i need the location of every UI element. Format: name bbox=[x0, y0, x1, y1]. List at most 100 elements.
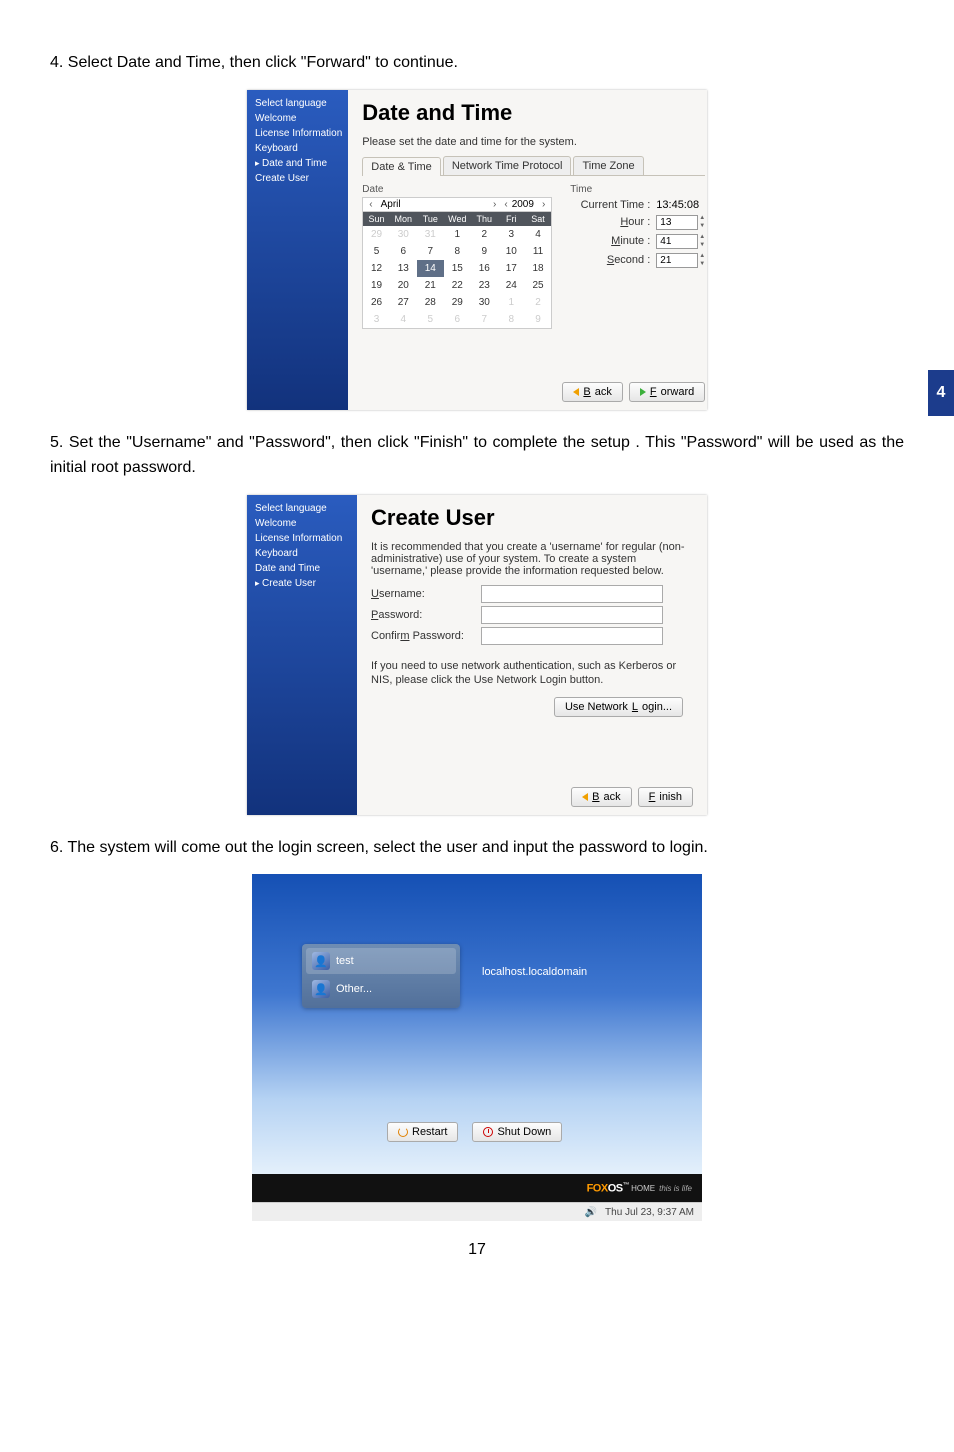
instruction-4: 4. Select Date and Time, then click "For… bbox=[50, 50, 904, 76]
cal-cell[interactable]: 6 bbox=[444, 311, 471, 329]
year-label: 2009 bbox=[512, 199, 538, 210]
cal-cell[interactable]: 3 bbox=[498, 226, 525, 243]
hour-spinner[interactable]: ▲▼ bbox=[699, 215, 705, 229]
cal-cell[interactable]: 30 bbox=[471, 294, 498, 311]
cal-cell[interactable]: 19 bbox=[363, 277, 390, 294]
cal-cell[interactable]: 12 bbox=[363, 260, 390, 277]
cal-cell[interactable]: 15 bbox=[444, 260, 471, 277]
step-date-time: Date and Time bbox=[253, 561, 351, 576]
cal-cell[interactable]: 8 bbox=[498, 311, 525, 329]
forward-button[interactable]: Forward bbox=[629, 382, 705, 402]
tab-ntp[interactable]: Network Time Protocol bbox=[443, 156, 572, 175]
arrow-left-icon bbox=[582, 793, 588, 801]
arrow-left-icon bbox=[573, 388, 579, 396]
wizard-sidebar: Select language Welcome License Informat… bbox=[247, 495, 357, 815]
dow-mon: Mon bbox=[390, 212, 417, 226]
minute-spinner[interactable]: ▲▼ bbox=[699, 234, 705, 248]
user-item-other[interactable]: Other... bbox=[306, 976, 456, 1002]
month-label: April bbox=[377, 199, 489, 210]
cal-cell[interactable]: 2 bbox=[525, 294, 552, 311]
cal-cell[interactable]: 29 bbox=[444, 294, 471, 311]
second-input[interactable]: 21 bbox=[656, 253, 698, 268]
date-time-panel: Date and Time Please set the date and ti… bbox=[348, 90, 719, 410]
use-network-login-button[interactable]: Use Network Login... bbox=[554, 697, 683, 717]
cal-cell[interactable]: 10 bbox=[498, 243, 525, 260]
year-next-button[interactable]: › bbox=[538, 199, 549, 210]
back-button[interactable]: Back bbox=[562, 382, 622, 402]
cal-cell[interactable]: 2 bbox=[471, 226, 498, 243]
cal-cell[interactable]: 26 bbox=[363, 294, 390, 311]
cal-cell[interactable]: 25 bbox=[525, 277, 552, 294]
user-item-test[interactable]: test bbox=[306, 948, 456, 974]
cal-cell[interactable]: 27 bbox=[390, 294, 417, 311]
screenshot-create-user: Select language Welcome License Informat… bbox=[247, 495, 707, 815]
cal-cell[interactable]: 9 bbox=[525, 311, 552, 329]
cal-cell[interactable]: 20 bbox=[390, 277, 417, 294]
cal-cell[interactable]: 6 bbox=[390, 243, 417, 260]
current-time-label: Current Time : bbox=[570, 199, 656, 211]
cal-cell[interactable]: 11 bbox=[525, 243, 552, 260]
month-prev-button[interactable]: ‹ bbox=[365, 199, 376, 210]
cal-cell[interactable]: 31 bbox=[417, 226, 444, 243]
confirm-password-input[interactable] bbox=[481, 627, 663, 645]
cal-cell[interactable]: 5 bbox=[417, 311, 444, 329]
cal-cell[interactable]: 5 bbox=[363, 243, 390, 260]
cal-cell[interactable]: 7 bbox=[417, 243, 444, 260]
tab-date-time[interactable]: Date & Time bbox=[362, 157, 441, 176]
dow-sat: Sat bbox=[525, 212, 552, 226]
cal-cell[interactable]: 30 bbox=[390, 226, 417, 243]
cal-cell[interactable]: 4 bbox=[390, 311, 417, 329]
user-label: test bbox=[336, 955, 354, 967]
cal-cell[interactable]: 24 bbox=[498, 277, 525, 294]
cal-cell[interactable]: 16 bbox=[471, 260, 498, 277]
cal-cell[interactable]: 4 bbox=[525, 226, 552, 243]
cal-cell[interactable]: 17 bbox=[498, 260, 525, 277]
finish-button[interactable]: Finish bbox=[638, 787, 693, 807]
year-prev-button[interactable]: ‹ bbox=[500, 199, 511, 210]
page-title: Create User bbox=[371, 505, 693, 531]
step-license: License Information bbox=[253, 126, 342, 141]
second-spinner[interactable]: ▲▼ bbox=[699, 253, 705, 267]
cal-cell[interactable]: 21 bbox=[417, 277, 444, 294]
tab-time-zone[interactable]: Time Zone bbox=[573, 156, 643, 175]
network-login-note: If you need to use network authenticatio… bbox=[371, 659, 693, 688]
cal-cell[interactable]: 13 bbox=[390, 260, 417, 277]
page-title: Date and Time bbox=[362, 100, 705, 126]
cal-cell[interactable]: 22 bbox=[444, 277, 471, 294]
dow-wed: Wed bbox=[444, 212, 471, 226]
cal-cell[interactable]: 28 bbox=[417, 294, 444, 311]
step-keyboard: Keyboard bbox=[253, 546, 351, 561]
cal-cell[interactable]: 1 bbox=[444, 226, 471, 243]
cal-cell[interactable]: 9 bbox=[471, 243, 498, 260]
minute-input[interactable]: 41 bbox=[656, 234, 698, 249]
dow-sun: Sun bbox=[363, 212, 390, 226]
dow-thu: Thu bbox=[471, 212, 498, 226]
step-license: License Information bbox=[253, 531, 351, 546]
username-input[interactable] bbox=[481, 585, 663, 603]
month-next-button[interactable]: › bbox=[489, 199, 500, 210]
hour-input[interactable]: 13 bbox=[656, 215, 698, 230]
chapter-tab: 4 bbox=[928, 370, 954, 416]
step-date-time: Date and Time bbox=[253, 156, 342, 171]
restart-button[interactable]: Restart bbox=[387, 1122, 458, 1142]
time-label: Time bbox=[570, 184, 705, 195]
foxos-logo: FOXOS™ bbox=[587, 1182, 630, 1195]
back-button[interactable]: Back bbox=[571, 787, 631, 807]
restart-icon bbox=[398, 1127, 408, 1137]
password-input[interactable] bbox=[481, 606, 663, 624]
cal-cell[interactable]: 8 bbox=[444, 243, 471, 260]
brand-slogan: this is life bbox=[659, 1184, 692, 1193]
shutdown-button[interactable]: Shut Down bbox=[472, 1122, 562, 1142]
firstboot-logo: Firstboot bbox=[219, 291, 251, 403]
cal-cell[interactable]: 1 bbox=[498, 294, 525, 311]
page-number: 17 bbox=[50, 1231, 904, 1263]
volume-icon[interactable] bbox=[585, 1207, 597, 1218]
cal-cell[interactable]: 23 bbox=[471, 277, 498, 294]
cal-cell-selected[interactable]: 14 bbox=[417, 260, 444, 277]
cal-cell[interactable]: 3 bbox=[363, 311, 390, 329]
cal-cell[interactable]: 7 bbox=[471, 311, 498, 329]
step-welcome: Welcome bbox=[253, 111, 342, 126]
cal-cell[interactable]: 29 bbox=[363, 226, 390, 243]
cal-cell[interactable]: 18 bbox=[525, 260, 552, 277]
step-create-user: Create User bbox=[253, 171, 342, 186]
